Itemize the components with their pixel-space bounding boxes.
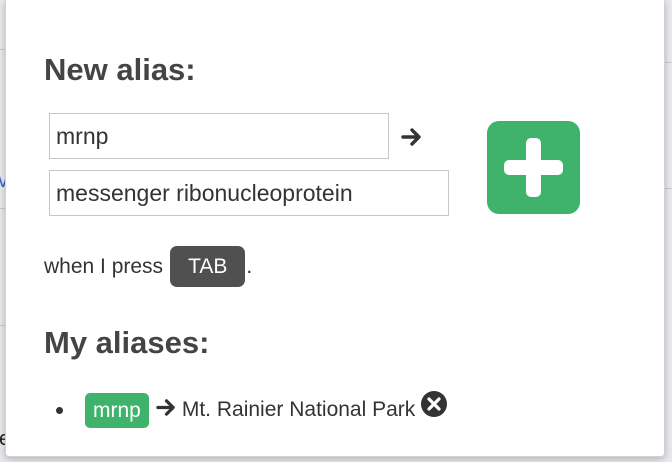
my-aliases-heading: My aliases: [44,325,210,360]
tab-key-badge: TAB [170,246,246,287]
alias-list: mrnp Mt. Rainier National Park [46,390,448,428]
add-alias-button[interactable] [487,121,580,214]
arrow-right-icon [401,127,423,152]
trigger-suffix: . [246,254,253,278]
trigger-prefix: when I press [44,254,164,278]
list-item: mrnp Mt. Rainier National Park [46,390,448,428]
plus-icon [504,138,563,197]
remove-circle-icon [421,391,448,417]
alias-expansion-text: Mt. Rainier National Park [181,398,416,421]
alias-popup: New alias: when I press TAB . My aliases… [5,0,665,457]
bullet-icon [56,406,63,414]
remove-alias-button[interactable] [420,390,448,424]
trigger-instruction: when I press TAB . [44,246,252,287]
arrow-right-icon [156,398,177,423]
alias-expansion-input[interactable] [49,170,449,216]
alias-key-badge: mrnp [85,392,149,428]
alias-shortcut-input[interactable] [49,113,389,159]
new-alias-heading: New alias: [44,52,196,87]
